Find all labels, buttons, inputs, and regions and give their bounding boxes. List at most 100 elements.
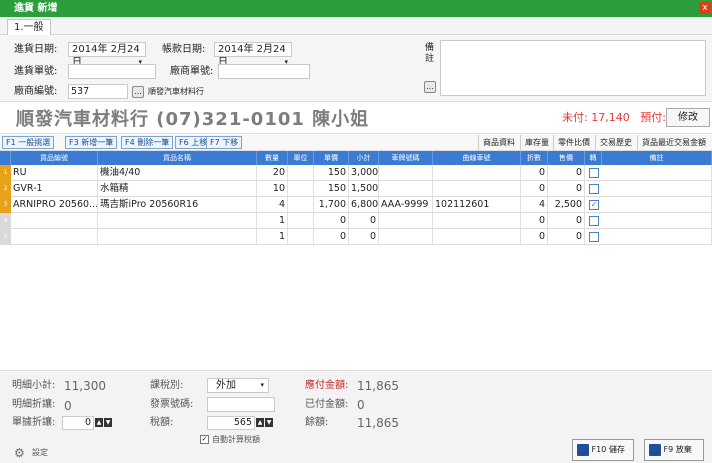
cell-name[interactable]: 瑪吉斯iPro 20560R16 <box>98 197 257 213</box>
transfer-checkbox[interactable] <box>589 232 599 242</box>
cell-qty[interactable]: 1 <box>257 229 288 245</box>
cell-code[interactable] <box>11 229 98 245</box>
totals-footer: 明細小計: 11,300 明細折讓: 0 單據折讓: 0 ▲ ▼ 課稅別: 外加… <box>0 370 712 463</box>
cell-name[interactable]: 水箱精 <box>98 181 257 197</box>
cell-qty[interactable]: 4 <box>257 197 288 213</box>
invoice-input[interactable] <box>207 397 275 412</box>
cell-note[interactable] <box>602 229 712 245</box>
cell-qty[interactable]: 20 <box>257 165 288 181</box>
cell-price[interactable]: 150 <box>314 181 349 197</box>
cell-plate[interactable] <box>379 181 433 197</box>
cell-curve[interactable]: 102112601 <box>433 197 521 213</box>
stock-button[interactable]: 庫存量 <box>520 135 553 150</box>
select-button[interactable]: F1 一般挑選 <box>2 136 55 149</box>
delete-row-button[interactable]: F4 刪除一筆 <box>121 136 174 149</box>
purchase-date-picker[interactable]: 2014年 2月24日 ▾ <box>68 42 146 68</box>
cell-subtotal[interactable]: 3,000 <box>349 165 379 181</box>
cell-price[interactable]: 0 <box>314 213 349 229</box>
cell-curve[interactable] <box>433 165 521 181</box>
cell-name[interactable] <box>98 213 257 229</box>
doc-discount-input[interactable]: 0 <box>62 416 94 430</box>
spin-up-icon[interactable]: ▲ <box>95 418 103 427</box>
move-down-button[interactable]: F7 下移 <box>206 136 243 149</box>
cell-price[interactable]: 1,700 <box>314 197 349 213</box>
cell-curve[interactable] <box>433 213 521 229</box>
cell-subtotal[interactable]: 1,500 <box>349 181 379 197</box>
cell-unit[interactable] <box>288 213 314 229</box>
vendor-code-input[interactable]: 537 <box>68 84 128 99</box>
cell-subtotal[interactable]: 6,800 <box>349 197 379 213</box>
cell-subtotal[interactable]: 0 <box>349 213 379 229</box>
save-button[interactable]: F10 儲存 <box>572 439 634 461</box>
transfer-checkbox[interactable] <box>589 168 599 178</box>
vendor-no-input[interactable] <box>218 64 310 79</box>
auto-tax-checkbox[interactable]: ✓ <box>200 435 209 444</box>
history-button[interactable]: 交易歷史 <box>595 135 636 150</box>
recent-price-button[interactable]: 貨品最近交易金額 <box>637 135 710 150</box>
cell-qty[interactable]: 10 <box>257 181 288 197</box>
cell-name[interactable] <box>98 229 257 245</box>
tab-general[interactable]: 1.一般 <box>7 19 51 35</box>
cell-sale[interactable]: 0 <box>548 229 585 245</box>
cell-note[interactable] <box>602 165 712 181</box>
purchase-no-input[interactable] <box>68 64 156 79</box>
table-row[interactable]: 3 ARNIPRO 20560... 瑪吉斯iPro 20560R16 4 1,700 6… <box>0 197 712 213</box>
product-info-button[interactable]: 商品資料 <box>478 135 519 150</box>
cell-note[interactable] <box>602 213 712 229</box>
cell-plate[interactable] <box>379 165 433 181</box>
cell-note[interactable] <box>602 181 712 197</box>
cell-discount[interactable]: 0 <box>521 181 548 197</box>
transfer-checkbox[interactable] <box>589 184 599 194</box>
edit-button[interactable]: 修改 <box>666 108 710 127</box>
cell-plate[interactable]: AAA-9999 <box>379 197 433 213</box>
cell-discount[interactable]: 0 <box>521 213 548 229</box>
cell-qty[interactable]: 1 <box>257 213 288 229</box>
cell-plate[interactable] <box>379 213 433 229</box>
add-row-button[interactable]: F3 新增一筆 <box>65 136 118 149</box>
cell-discount[interactable]: 0 <box>521 229 548 245</box>
cell-price[interactable]: 150 <box>314 165 349 181</box>
table-row[interactable]: 1 RU 機油4/40 20 150 3,000 0 0 <box>0 165 712 181</box>
cell-price[interactable]: 0 <box>314 229 349 245</box>
cell-sale[interactable]: 0 <box>548 213 585 229</box>
cell-code[interactable] <box>11 213 98 229</box>
settings-icon[interactable]: ⚙ <box>14 447 25 459</box>
table-row[interactable]: 510000 <box>0 229 712 245</box>
cell-curve[interactable] <box>433 181 521 197</box>
cell-name[interactable]: 機油4/40 <box>98 165 257 181</box>
cell-curve[interactable] <box>433 229 521 245</box>
remark-textarea[interactable] <box>440 40 706 96</box>
cell-discount[interactable]: 0 <box>521 165 548 181</box>
transfer-checkbox[interactable] <box>589 216 599 226</box>
tax-input[interactable]: 565 <box>207 416 255 430</box>
cell-code[interactable]: ARNIPRO 20560... <box>11 197 98 213</box>
payable-value: 11,865 <box>357 379 399 393</box>
cell-code[interactable]: RU <box>11 165 98 181</box>
spin-up-icon[interactable]: ▲ <box>256 418 264 427</box>
cell-sale[interactable]: 2,500 <box>548 197 585 213</box>
cell-unit[interactable] <box>288 181 314 197</box>
discard-button[interactable]: F9 放棄 <box>644 439 704 461</box>
table-row[interactable]: 410000 <box>0 213 712 229</box>
settings-label[interactable]: 設定 <box>32 446 48 460</box>
spin-down-icon[interactable]: ▼ <box>265 418 273 427</box>
price-compare-button[interactable]: 零件比價 <box>553 135 594 150</box>
spin-down-icon[interactable]: ▼ <box>104 418 112 427</box>
cell-code[interactable]: GVR-1 <box>11 181 98 197</box>
remark-lookup-button[interactable]: ... <box>424 81 436 93</box>
cell-note[interactable] <box>602 197 712 213</box>
cell-discount[interactable]: 4 <box>521 197 548 213</box>
cell-sale[interactable]: 0 <box>548 165 585 181</box>
table-row[interactable]: 2 GVR-1 水箱精 10 150 1,500 0 0 <box>0 181 712 197</box>
cell-sale[interactable]: 0 <box>548 181 585 197</box>
tax-type-select[interactable]: 外加 ▾ <box>207 378 269 393</box>
cell-subtotal[interactable]: 0 <box>349 229 379 245</box>
close-button[interactable]: x <box>699 2 711 14</box>
cell-unit[interactable] <box>288 197 314 213</box>
vendor-lookup-button[interactable]: ... <box>132 86 144 98</box>
transfer-checkbox[interactable]: ✓ <box>589 200 599 210</box>
cell-plate[interactable] <box>379 229 433 245</box>
account-date-picker[interactable]: 2014年 2月24日 ▾ <box>214 42 292 68</box>
cell-unit[interactable] <box>288 229 314 245</box>
cell-unit[interactable] <box>288 165 314 181</box>
